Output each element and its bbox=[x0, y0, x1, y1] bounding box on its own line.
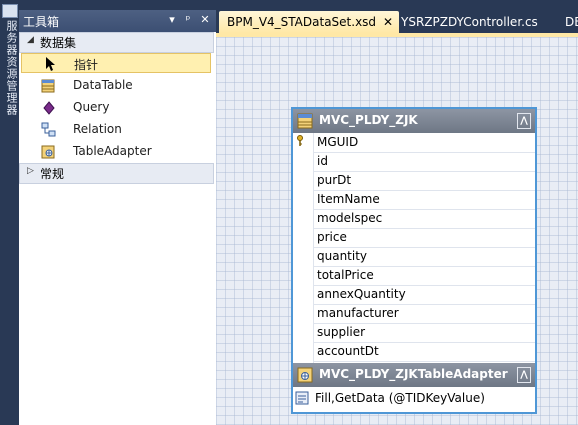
column-row[interactable]: annexQuantity bbox=[313, 285, 535, 305]
toolbox-titlebar: 工具箱 ▾ ᵖ ✕ bbox=[19, 10, 216, 32]
collapse-arrow-icon: ◢ bbox=[27, 35, 34, 45]
datatable-icon bbox=[41, 79, 55, 93]
toolbox-title: 工具箱 bbox=[23, 15, 60, 29]
tableadapter-icon bbox=[297, 367, 313, 383]
toolbox-item-label: Relation bbox=[73, 122, 122, 136]
toolbox-item-pointer[interactable]: 指针 bbox=[21, 53, 211, 73]
expand-arrow-icon: ▷ bbox=[27, 166, 34, 176]
column-row[interactable]: purDt bbox=[313, 171, 535, 191]
toolbox-item-tableadapter[interactable]: TableAdapter bbox=[21, 142, 211, 162]
toolbox-item-relation[interactable]: Relation bbox=[21, 120, 211, 140]
column-row[interactable]: manufacturer bbox=[313, 304, 535, 324]
toolbox-item-datatable[interactable]: DataTable bbox=[21, 76, 211, 96]
toolbox-panel: 工具箱 ▾ ᵖ ✕ ◢ 数据集 指针 DataTable Query Relat… bbox=[19, 10, 216, 425]
column-row[interactable]: ItemName bbox=[313, 190, 535, 210]
group-general[interactable]: ▷ 常规 bbox=[19, 163, 214, 184]
collapse-icon[interactable]: ⋀ bbox=[517, 113, 531, 129]
tableadapter-name: MVC_PLDY_ZJKTableAdapter bbox=[319, 367, 508, 381]
column-name: MGUID bbox=[317, 135, 359, 149]
toolbox-item-label: TableAdapter bbox=[73, 144, 152, 158]
column-row[interactable]: accountDt bbox=[313, 342, 535, 362]
server-explorer-strip[interactable]: 服务器资源管理器 bbox=[0, 0, 19, 425]
tab-label: YSRZPZDYController.cs bbox=[401, 15, 538, 29]
toolbox-item-label: DataTable bbox=[73, 78, 133, 92]
query-icon bbox=[43, 101, 55, 115]
tab-overflow[interactable]: DE bbox=[557, 11, 578, 33]
column-name: accountDt bbox=[317, 344, 379, 358]
tab-label: DE bbox=[565, 15, 578, 29]
collapse-icon[interactable]: ⋀ bbox=[517, 367, 531, 383]
column-row[interactable]: price bbox=[313, 228, 535, 248]
tab-dataset-xsd[interactable]: BPM_V4_STADataSet.xsd ✕ bbox=[219, 11, 399, 33]
column-name: manufacturer bbox=[317, 306, 399, 320]
column-row[interactable]: id bbox=[313, 152, 535, 172]
datatable-icon bbox=[297, 113, 313, 129]
dropdown-icon[interactable]: ▾ bbox=[165, 13, 179, 27]
toolbox-item-label: Query bbox=[73, 100, 110, 114]
tab-close-icon[interactable]: ✕ bbox=[383, 11, 393, 33]
datatable-header[interactable]: MVC_PLDY_ZJK ⋀ bbox=[293, 109, 535, 133]
server-explorer-label: 服务器资源管理器 bbox=[5, 20, 18, 116]
toolbox-item-label: 指针 bbox=[74, 58, 99, 72]
tab-label: BPM_V4_STADataSet.xsd bbox=[227, 15, 377, 29]
column-row[interactable]: totalPrice bbox=[313, 266, 535, 286]
column-row[interactable]: quantity bbox=[313, 247, 535, 267]
column-row[interactable]: MGUID bbox=[313, 133, 535, 153]
dataset-designer-surface[interactable]: MVC_PLDY_ZJK ⋀ MGUID id purDt ItemName m… bbox=[216, 37, 578, 425]
document-tabstrip: BPM_V4_STADataSet.xsd ✕ YSRZPZDYControll… bbox=[216, 0, 578, 34]
group-general-label: 常规 bbox=[40, 167, 65, 181]
tableadapter-header[interactable]: MVC_PLDY_ZJKTableAdapter ⋀ bbox=[293, 363, 535, 387]
tableadapter-icon bbox=[41, 145, 55, 159]
group-dataset-label: 数据集 bbox=[40, 36, 77, 50]
column-row[interactable]: modelspec bbox=[313, 209, 535, 229]
close-icon[interactable]: ✕ bbox=[198, 13, 212, 27]
column-name: ItemName bbox=[317, 192, 380, 206]
column-name: quantity bbox=[317, 249, 368, 263]
pointer-icon bbox=[46, 57, 55, 71]
datatable-name: MVC_PLDY_ZJK bbox=[319, 113, 418, 127]
query-text: Fill,GetData (@TIDKeyValue) bbox=[315, 391, 485, 405]
group-dataset[interactable]: ◢ 数据集 bbox=[19, 32, 214, 53]
column-name: annexQuantity bbox=[317, 287, 406, 301]
toolbox-item-query[interactable]: Query bbox=[21, 98, 211, 118]
column-name: id bbox=[317, 154, 328, 168]
column-list: MGUID id purDt ItemName modelspec price … bbox=[293, 133, 535, 363]
server-explorer-icon bbox=[2, 4, 18, 18]
column-name: purDt bbox=[317, 173, 352, 187]
pin-icon[interactable]: ᵖ bbox=[181, 13, 195, 27]
query-row[interactable]: Fill,GetData (@TIDKeyValue) bbox=[293, 387, 535, 410]
relation-icon bbox=[41, 122, 56, 137]
toolbox-body: ◢ 数据集 指针 DataTable Query Relation TableA… bbox=[19, 32, 216, 425]
query-method-icon bbox=[295, 391, 309, 405]
datatable-box[interactable]: MVC_PLDY_ZJK ⋀ MGUID id purDt ItemName m… bbox=[291, 107, 537, 414]
column-row[interactable]: supplier bbox=[313, 323, 535, 343]
column-name: supplier bbox=[317, 325, 366, 339]
column-name: price bbox=[317, 230, 347, 244]
tab-controller-cs[interactable]: YSRZPZDYController.cs bbox=[393, 11, 561, 33]
column-name: modelspec bbox=[317, 211, 383, 225]
column-name: totalPrice bbox=[317, 268, 374, 282]
